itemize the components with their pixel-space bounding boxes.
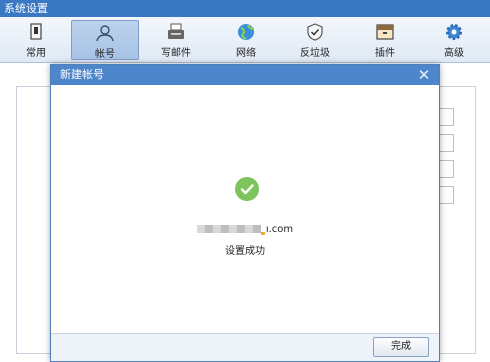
toolbar-item-label: 网络 bbox=[236, 48, 256, 59]
window-title: 系统设置 bbox=[0, 0, 490, 17]
plugin-icon bbox=[376, 24, 394, 40]
text-cursor bbox=[260, 232, 265, 235]
toolbar-item-account[interactable]: 帐号 bbox=[71, 20, 139, 60]
compose-mail-icon bbox=[168, 23, 184, 39]
settings-checkbox[interactable] bbox=[438, 160, 454, 178]
toolbar-item-label: 写邮件 bbox=[161, 48, 191, 59]
account-icon bbox=[96, 25, 114, 42]
toolbar-item-label: 反垃圾 bbox=[300, 48, 330, 59]
toolbar-item-label: 高级 bbox=[444, 48, 464, 59]
toolbar-item-label: 常用 bbox=[26, 48, 46, 59]
toolbar-item-plugin[interactable]: 插件 bbox=[351, 20, 419, 60]
anti-spam-icon bbox=[307, 23, 323, 41]
network-icon bbox=[238, 24, 255, 40]
success-check-icon bbox=[235, 177, 259, 201]
redacted-email-mask bbox=[196, 225, 261, 233]
done-button[interactable]: 完成 bbox=[373, 337, 429, 357]
dialog-footer: 完成 bbox=[51, 333, 439, 361]
toolbar-item-label: 插件 bbox=[375, 48, 395, 59]
toolbar-item-anti-spam[interactable]: 反垃圾 bbox=[281, 20, 349, 60]
email-domain: ı.com bbox=[265, 224, 294, 235]
settings-checkbox[interactable] bbox=[438, 134, 454, 152]
toolbar-item-compose[interactable]: 写邮件 bbox=[142, 20, 210, 60]
toolbar: 常用 帐号 写邮件 网络 反垃圾 插件 高级 bbox=[0, 17, 490, 63]
common-icon bbox=[30, 23, 42, 40]
settings-checkbox[interactable] bbox=[438, 108, 454, 126]
email-address: ı.com bbox=[51, 224, 439, 235]
toolbar-item-common[interactable]: 常用 bbox=[2, 20, 70, 60]
dialog-body: ı.com 设置成功 bbox=[51, 85, 439, 334]
dialog-title-bar: 新建帐号 ✕ bbox=[51, 65, 439, 85]
dialog-title: 新建帐号 bbox=[60, 68, 104, 81]
toolbar-item-network[interactable]: 网络 bbox=[212, 20, 280, 60]
status-message: 设置成功 bbox=[225, 246, 265, 257]
toolbar-item-advanced[interactable]: 高级 bbox=[420, 20, 488, 60]
gear-icon bbox=[446, 24, 462, 40]
new-account-dialog: 新建帐号 ✕ ı.com 设置成功 完成 bbox=[50, 64, 440, 362]
settings-checkbox[interactable] bbox=[438, 186, 454, 204]
close-icon[interactable]: ✕ bbox=[417, 65, 431, 85]
toolbar-item-label: 帐号 bbox=[95, 49, 115, 60]
